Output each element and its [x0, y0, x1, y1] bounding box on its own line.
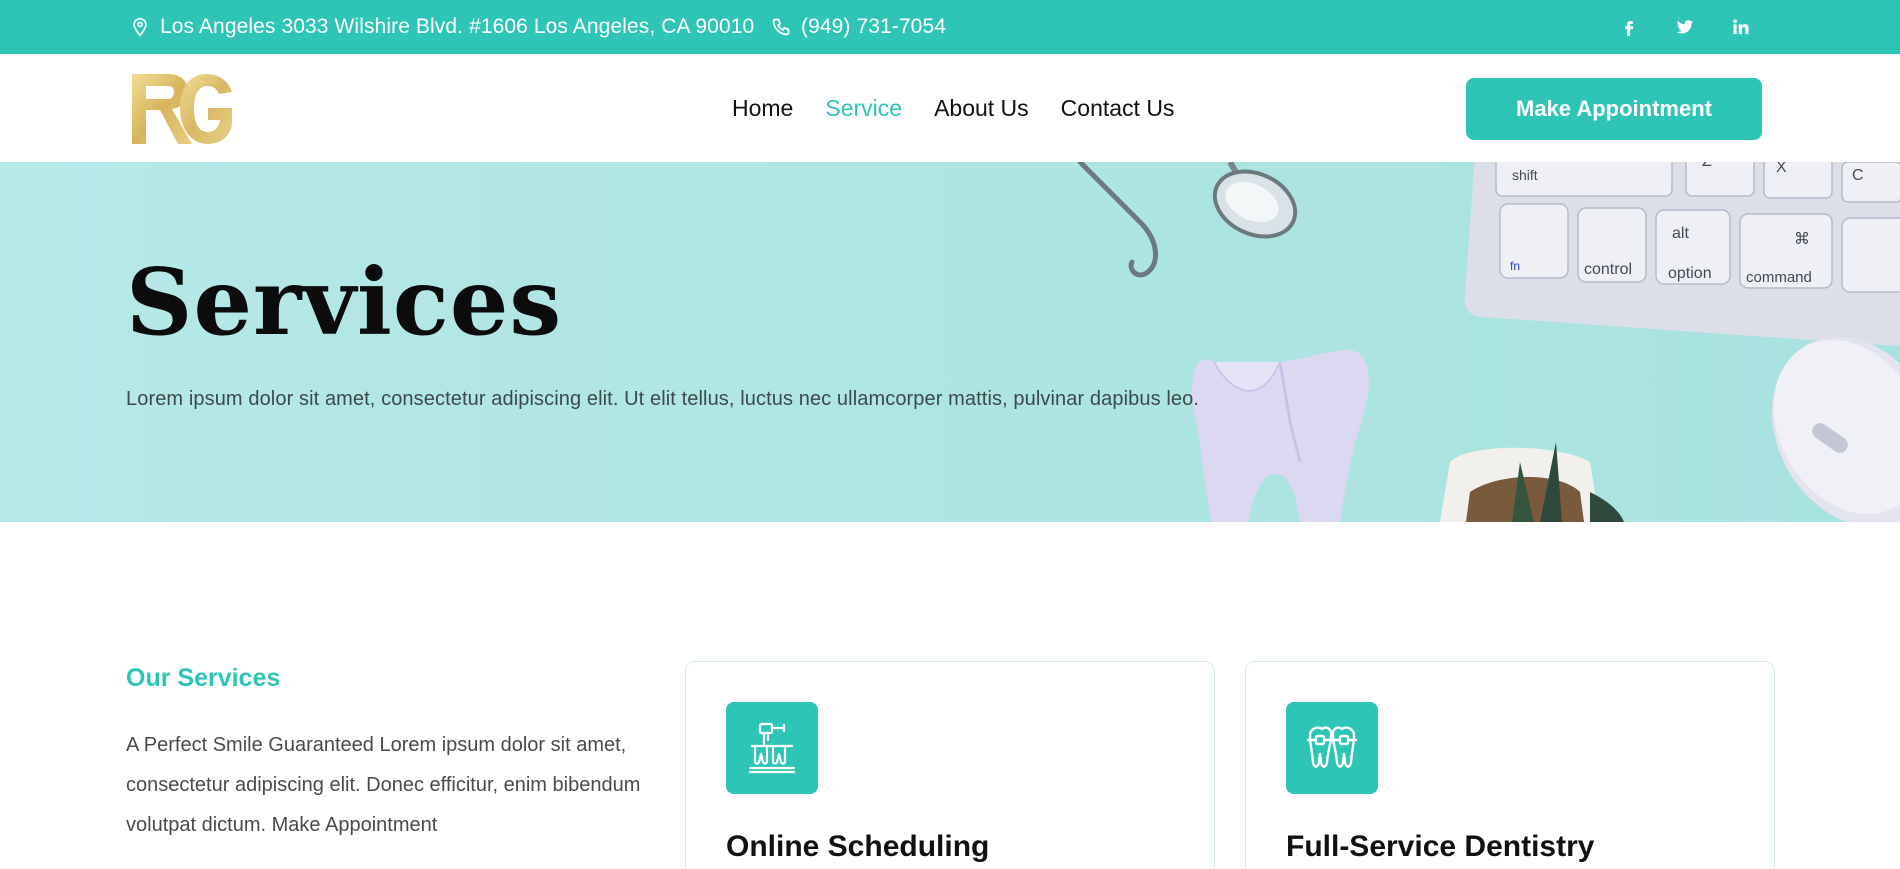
paper-tooth-image [1192, 349, 1369, 522]
services-intro: A Perfect Smile Guaranteed Lorem ipsum d… [126, 734, 641, 836]
key-label-option: option [1668, 265, 1712, 282]
key-label-c: C [1852, 167, 1864, 184]
key-label-alt: alt [1672, 225, 1689, 242]
hero-banner: shift fn control alt option ⌘ command Z … [0, 162, 1900, 522]
key-label-command: command [1746, 269, 1812, 286]
keyboard-image: shift fn control alt option ⌘ command Z … [1464, 162, 1900, 347]
service-card-online-scheduling[interactable]: Online Scheduling [685, 661, 1215, 869]
location-pin-icon [133, 17, 147, 37]
phone-text: (949) 731-7054 [801, 15, 947, 38]
service-card-full-service-dentistry[interactable]: Full-Service Dentistry [1245, 661, 1775, 869]
phone-icon [772, 18, 790, 36]
brand-logo[interactable] [128, 70, 236, 148]
top-info-bar: Los Angeles 3033 Wilshire Blvd. #1606 Lo… [0, 0, 1900, 54]
hero-subtitle: Lorem ipsum dolor sit amet, consectetur … [126, 388, 1199, 410]
service-card-title: Online Scheduling [726, 830, 990, 863]
key-label-shift: shift [1512, 167, 1538, 183]
braces-teeth-icon [1286, 702, 1378, 794]
social-links [1620, 0, 1760, 54]
dental-chair-icon [726, 702, 818, 794]
succulent-plant-image [1440, 442, 1624, 522]
phone-info[interactable]: (949) 731-7054 [771, 0, 946, 54]
facebook-icon[interactable] [1620, 13, 1648, 41]
service-card-title: Full-Service Dentistry [1286, 830, 1595, 863]
nav-contact-us[interactable]: Contact Us [1061, 95, 1175, 122]
linkedin-icon[interactable] [1732, 13, 1760, 41]
make-appointment-button[interactable]: Make Appointment [1466, 78, 1762, 140]
key-label-cmd-symbol: ⌘ [1794, 231, 1810, 248]
nav-service[interactable]: Service [825, 95, 902, 122]
key-label-z: Z [1702, 162, 1712, 170]
key-label-fn: fn [1510, 259, 1520, 273]
section-eyebrow: Our Services [126, 664, 281, 692]
nav-about-us[interactable]: About Us [934, 95, 1029, 122]
address-info: Los Angeles 3033 Wilshire Blvd. #1606 Lo… [130, 0, 754, 54]
nav-home[interactable]: Home [732, 95, 793, 122]
main-nav: Home Service About Us Contact Us [732, 54, 1174, 162]
key-label-x: X [1776, 162, 1787, 176]
twitter-icon[interactable] [1676, 13, 1704, 41]
key-label-control: control [1584, 261, 1632, 278]
hero-title: Services [126, 248, 563, 356]
site-header: Home Service About Us Contact Us Make Ap… [0, 54, 1900, 162]
address-text: Los Angeles 3033 Wilshire Blvd. #1606 Lo… [160, 15, 755, 38]
